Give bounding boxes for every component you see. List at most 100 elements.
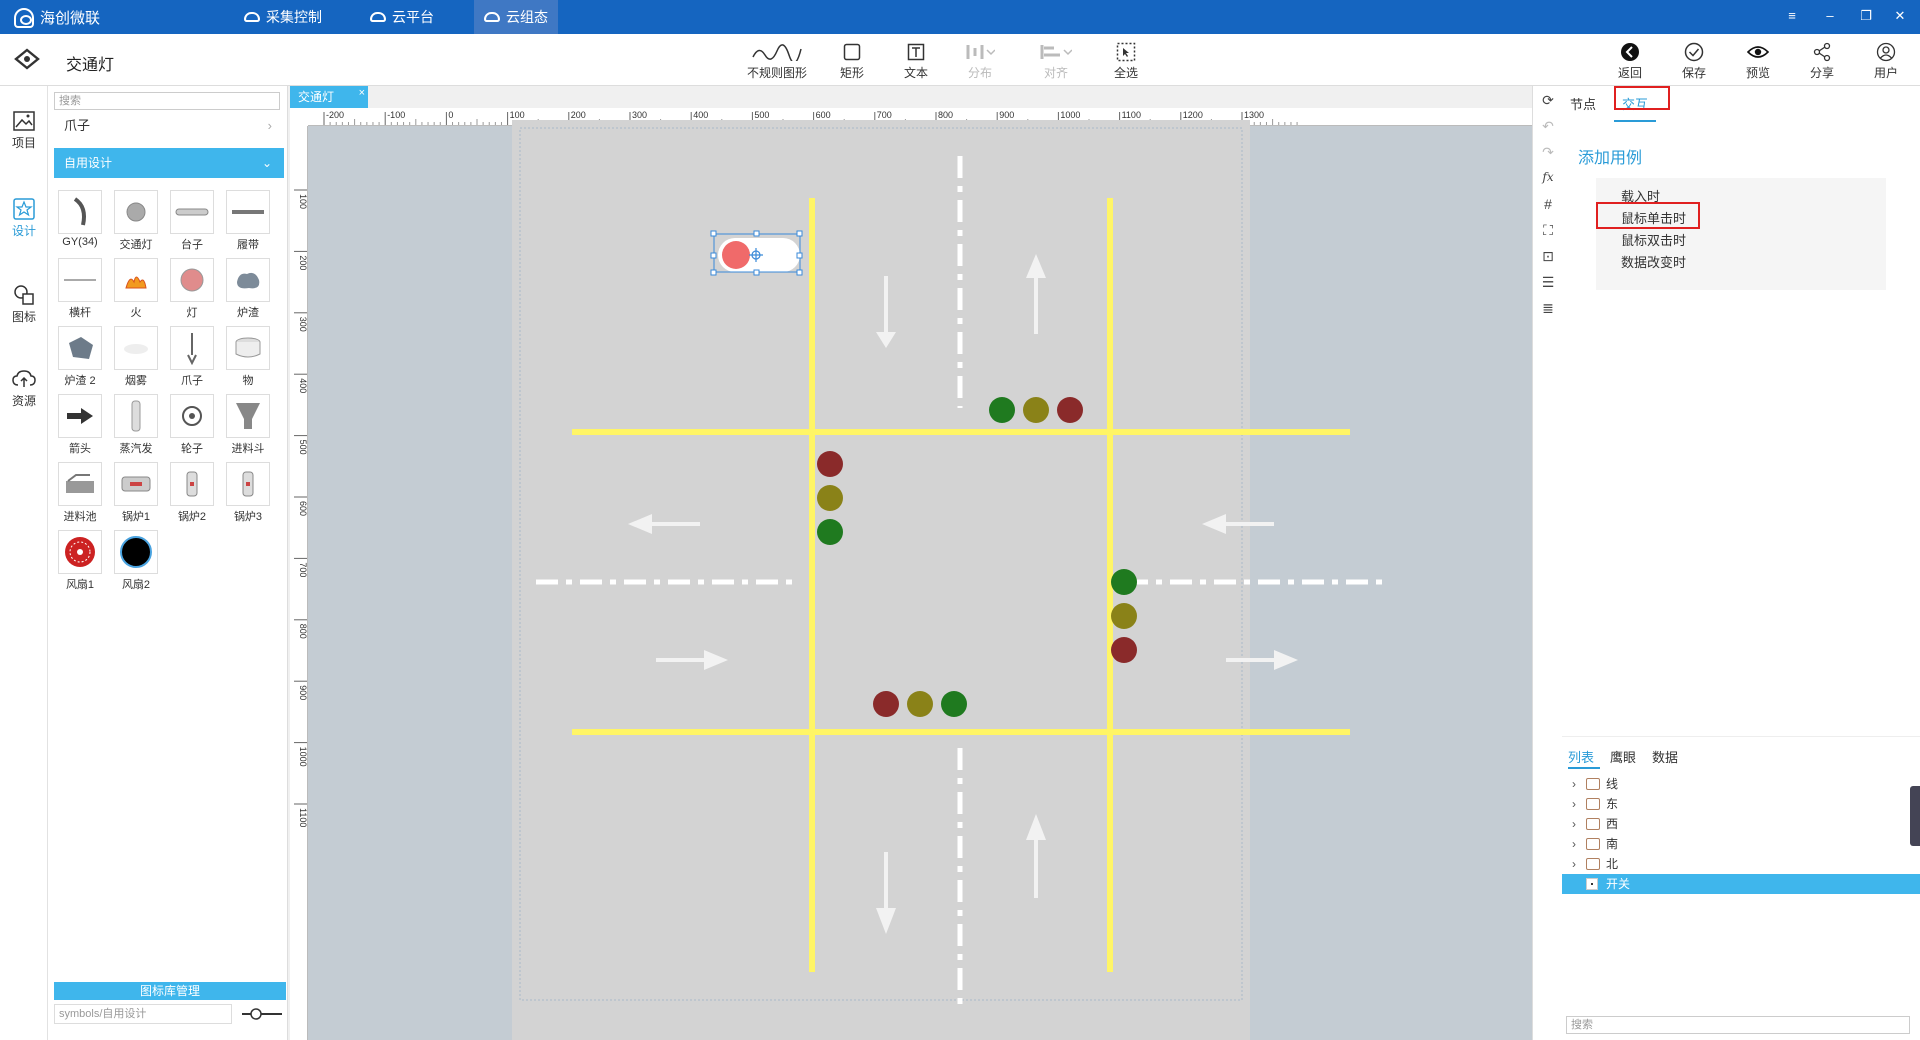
library-group-header[interactable]: 自用设计 ⌄ (54, 148, 284, 178)
symbol-item[interactable]: 爪子 (166, 326, 218, 394)
chevron-right-icon[interactable]: › (1572, 814, 1576, 834)
align-button[interactable]: 对齐 (1026, 40, 1086, 81)
light-green[interactable] (817, 519, 843, 545)
symbol-item[interactable]: 履带 (222, 190, 274, 258)
symbol-item[interactable]: 锅炉2 (166, 462, 218, 530)
tab-eagle-eye[interactable]: 鹰眼 (1610, 747, 1636, 766)
align-left-icon[interactable]: ☰ (1538, 274, 1558, 294)
maximize-icon[interactable]: ❐ (1858, 8, 1874, 24)
light-red[interactable] (817, 451, 843, 477)
symbol-item[interactable]: 风扇1 (54, 530, 106, 598)
text-button[interactable]: 文本 (886, 40, 946, 81)
rail-project[interactable]: 项目 (0, 108, 48, 151)
symbol-item[interactable]: 火 (110, 258, 162, 326)
user-button[interactable]: 用户 (1856, 40, 1916, 81)
symbol-item[interactable]: 箭头 (54, 394, 106, 462)
rectangle-button[interactable]: 矩形 (822, 40, 882, 81)
tree-item-switch[interactable]: 开关 (1562, 874, 1920, 894)
rail-resources[interactable]: 资源 (0, 366, 48, 409)
nav-cloud-scada[interactable]: 云组态 (474, 0, 558, 34)
irregular-shape-button[interactable]: 不规则图形 (740, 40, 814, 81)
diagram-canvas[interactable] (290, 108, 1532, 1040)
zoom-fit-icon[interactable]: ⊡ (1538, 248, 1558, 268)
nav-collect-control[interactable]: 采集控制 (234, 0, 332, 34)
distribute-button[interactable]: 分布 (950, 40, 1010, 81)
chevron-right-icon[interactable]: › (1572, 794, 1576, 814)
tree-item-west[interactable]: › 西 (1562, 814, 1920, 834)
symbol-item[interactable]: 横杆 (54, 258, 106, 326)
light-yellow[interactable] (1023, 397, 1049, 423)
rail-design[interactable]: 设计 (0, 196, 48, 239)
symbol-item[interactable]: 锅炉1 (110, 462, 162, 530)
case-on-data-change[interactable]: 数据改变时 (1621, 252, 1686, 271)
tab-nodes[interactable]: 节点 (1570, 94, 1596, 113)
tree-search-input[interactable]: 搜索 (1566, 1016, 1910, 1034)
tab-data[interactable]: 数据 (1652, 747, 1678, 766)
undo-icon[interactable]: ↶ (1538, 118, 1558, 138)
light-green[interactable] (989, 397, 1015, 423)
light-red[interactable] (1111, 637, 1137, 663)
traffic-light-west[interactable] (817, 451, 843, 545)
library-search-input[interactable]: 搜索 (54, 92, 280, 110)
fx-icon[interactable]: fx (1538, 170, 1558, 190)
traffic-light-north[interactable] (989, 397, 1083, 423)
tree-item-line[interactable]: › 线 (1562, 774, 1920, 794)
indent-icon[interactable]: ≣ (1538, 300, 1558, 320)
symbol-item[interactable]: 轮子 (166, 394, 218, 462)
menu-icon[interactable]: ≡ (1784, 8, 1800, 24)
redo-icon[interactable]: ↷ (1538, 144, 1558, 164)
tree-item-east[interactable]: › 东 (1562, 794, 1920, 814)
grid-icon[interactable]: # (1538, 196, 1558, 216)
chevron-right-icon[interactable]: › (1572, 854, 1576, 874)
panel-scroll-handle[interactable] (1910, 786, 1920, 846)
light-red[interactable] (873, 691, 899, 717)
save-button[interactable]: 保存 (1664, 40, 1724, 81)
library-category[interactable]: 爪子 › (54, 114, 282, 138)
close-icon[interactable]: × (359, 82, 365, 104)
tree-item-north[interactable]: › 北 (1562, 854, 1920, 874)
symbol-item[interactable]: 蒸汽发 (110, 394, 162, 462)
symbol-item[interactable]: 灯 (166, 258, 218, 326)
symbol-item[interactable]: 物 (222, 326, 274, 394)
close-icon[interactable]: ✕ (1892, 8, 1908, 24)
share-button[interactable]: 分享 (1792, 40, 1852, 81)
minimize-icon[interactable]: – (1822, 8, 1838, 24)
light-red[interactable] (1057, 397, 1083, 423)
symbol-item[interactable]: 烟雾 (110, 326, 162, 394)
symbol-item[interactable]: 台子 (166, 190, 218, 258)
symbol-item[interactable]: 进料池 (54, 462, 106, 530)
traffic-light-south[interactable] (873, 691, 967, 717)
symbol-item[interactable]: 炉渣 (222, 258, 274, 326)
canvas-area[interactable]: -200 -100 0 100 200 300 400 500 600 700 800 900 1000… (290, 108, 1532, 1040)
refresh-icon[interactable]: ⟳ (1538, 92, 1558, 112)
symbol-item[interactable]: 进料斗 (222, 394, 274, 462)
light-yellow[interactable] (817, 485, 843, 511)
toggle-knob[interactable] (722, 241, 750, 269)
symbol-item[interactable]: GY(34) (54, 190, 106, 258)
symbol-item[interactable]: 风扇2 (110, 530, 162, 598)
light-green[interactable] (941, 691, 967, 717)
library-path-input[interactable]: symbols/自用设计 (54, 1004, 232, 1024)
nav-cloud-platform[interactable]: 云平台 (360, 0, 444, 34)
rail-icons[interactable]: 图标 (0, 282, 48, 325)
select-all-button[interactable]: 全选 (1096, 40, 1156, 81)
add-case-link[interactable]: 添加用例 (1578, 144, 1642, 168)
case-on-double-click[interactable]: 鼠标双击时 (1621, 230, 1686, 249)
traffic-light-east[interactable] (1111, 569, 1137, 663)
light-yellow[interactable] (907, 691, 933, 717)
chevron-right-icon[interactable]: › (1572, 774, 1576, 794)
symbol-item[interactable]: 炉渣 2 (54, 326, 106, 394)
symbol-item[interactable]: 交通灯 (110, 190, 162, 258)
fit-icon[interactable]: ⛶ (1538, 222, 1558, 242)
zoom-slider[interactable] (240, 1008, 284, 1020)
light-yellow[interactable] (1111, 603, 1137, 629)
tree-item-south[interactable]: › 南 (1562, 834, 1920, 854)
tab-list[interactable]: 列表 (1568, 747, 1594, 766)
preview-button[interactable]: 预览 (1728, 40, 1788, 81)
symbol-item[interactable]: 锅炉3 (222, 462, 274, 530)
chevron-right-icon[interactable]: › (1572, 834, 1576, 854)
light-green[interactable] (1111, 569, 1137, 595)
document-tab[interactable]: 交通灯 × (290, 86, 368, 108)
back-button[interactable]: 返回 (1600, 40, 1660, 81)
library-manager-button[interactable]: 图标库管理 (54, 982, 286, 1000)
